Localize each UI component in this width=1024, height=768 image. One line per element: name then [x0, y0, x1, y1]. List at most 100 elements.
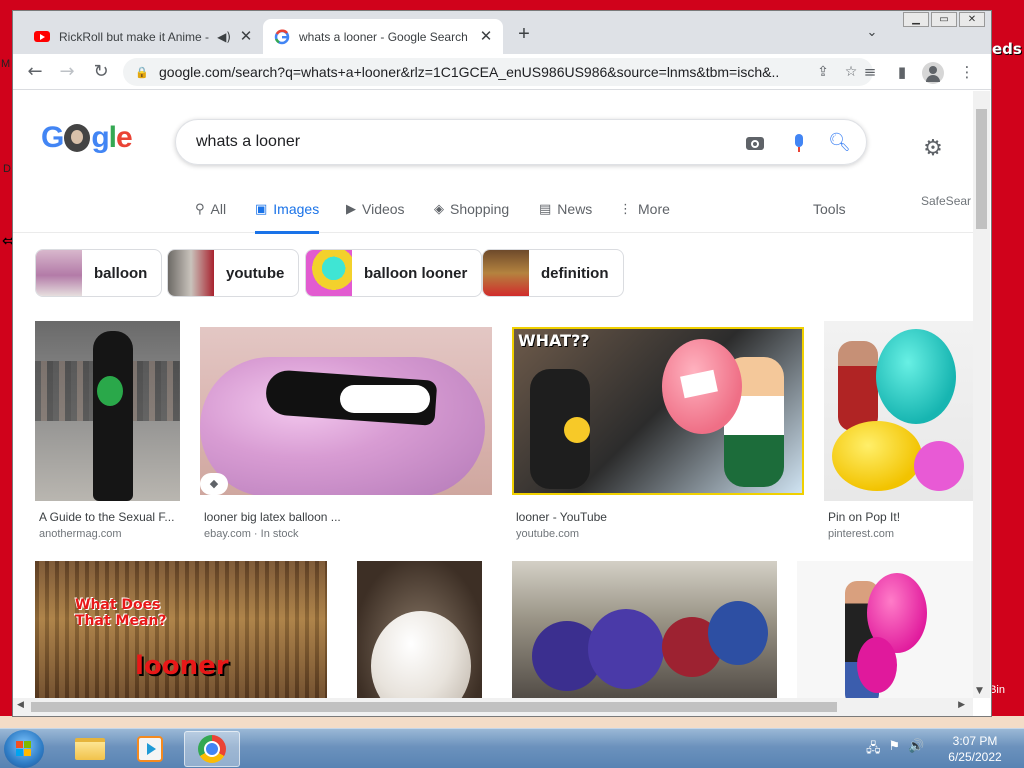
vertical-scroll-thumb[interactable]: [976, 109, 987, 229]
horizontal-scroll-thumb[interactable]: [31, 702, 837, 712]
tab-google-search[interactable]: whats a looner - Google Search ✕: [263, 19, 503, 54]
result-source[interactable]: ebay.com · In stock: [204, 528, 299, 540]
tag-icon: ◈: [434, 201, 444, 217]
result-caption[interactable]: looner - YouTube: [516, 510, 607, 524]
browser-window: RickRoll but make it Anime - ◀) ✕ whats …: [12, 10, 992, 717]
windows-logo-icon: [16, 741, 32, 757]
close-tab-icon[interactable]: ✕: [477, 28, 495, 46]
desktop-icon-label[interactable]: eds: [992, 40, 1024, 70]
tab-all[interactable]: ⚲ All: [195, 199, 226, 219]
result-thumbnail[interactable]: What Does That Mean? looner: [35, 561, 327, 698]
volume-icon[interactable]: 🔊: [908, 739, 924, 761]
address-bar[interactable]: 🔒 google.com/search?q=whats+a+looner&rlz…: [123, 58, 873, 86]
search-icon[interactable]: 🔍︎: [828, 132, 851, 154]
tab-videos[interactable]: ▶ Videos: [346, 199, 405, 219]
back-button[interactable]: ←: [23, 60, 47, 84]
tab-rickroll[interactable]: RickRoll but make it Anime - ◀) ✕: [23, 19, 263, 54]
tab-shopping[interactable]: ◈ Shopping: [434, 199, 509, 219]
result-thumbnail[interactable]: [797, 561, 973, 698]
forward-button[interactable]: →: [55, 60, 79, 84]
result-thumbnail[interactable]: [357, 561, 482, 698]
scroll-down-arrow-icon[interactable]: ▼: [976, 686, 983, 696]
taskbar-media-player[interactable]: [122, 731, 178, 767]
url-text[interactable]: google.com/search?q=whats+a+looner&rlz=1…: [159, 64, 779, 80]
tab-more[interactable]: ⋮ More: [619, 199, 670, 219]
tab-search-chevron-icon[interactable]: ⌄: [862, 25, 882, 45]
result-source[interactable]: anothermag.com: [39, 528, 122, 540]
clock-date: 6/25/2022: [948, 750, 1002, 764]
clock-time: 3:07 PM: [952, 734, 998, 748]
settings-gear-icon[interactable]: ⚙: [921, 137, 945, 161]
start-button[interactable]: [4, 730, 44, 768]
side-panel-icon[interactable]: ▮: [890, 60, 914, 84]
chip-definition[interactable]: definition: [482, 249, 624, 297]
taskbar-explorer[interactable]: [62, 731, 118, 767]
chip-balloon-looner[interactable]: balloon looner: [305, 249, 483, 297]
chip-youtube[interactable]: youtube: [167, 249, 300, 297]
tab-images[interactable]: ▣ Images: [255, 199, 320, 234]
result-thumbnail[interactable]: WHAT??: [512, 327, 804, 495]
tab-title: RickRoll but make it Anime -: [59, 29, 210, 44]
vertical-scrollbar[interactable]: ▼: [973, 91, 990, 698]
image-result[interactable]: [797, 561, 973, 698]
result-thumbnail[interactable]: [35, 321, 180, 501]
chip-balloon[interactable]: balloon: [35, 249, 163, 297]
speaker-icon[interactable]: ◀): [217, 30, 231, 44]
shopping-tag-icon[interactable]: ◆: [200, 473, 228, 495]
result-caption[interactable]: Pin on Pop It!: [828, 510, 900, 524]
close-tab-icon[interactable]: ✕: [237, 28, 255, 46]
taskbar-clock[interactable]: 3:07 PM 6/25/2022: [940, 733, 1010, 765]
image-result[interactable]: [357, 561, 482, 698]
action-center-flag-icon[interactable]: ⚑: [889, 739, 901, 761]
search-tabs: ⚲ All ▣ Images ▶ Videos ◈ Shopping ▤ News ⋮ Mo…: [13, 185, 973, 234]
image-result[interactable]: What Does That Mean? looner: [35, 561, 327, 698]
tab-title: whats a looner - Google Search: [299, 29, 468, 44]
result-caption[interactable]: looner big latex balloon ...: [204, 510, 341, 524]
image-result[interactable]: A Guide to the Sexual F... anothermag.co…: [35, 321, 180, 541]
desktop-icon-fragment-d[interactable]: D: [3, 163, 11, 175]
microphone-icon[interactable]: [788, 132, 810, 154]
new-tab-button[interactable]: +: [513, 23, 535, 45]
profile-avatar-icon[interactable]: [922, 62, 944, 84]
tools-button[interactable]: Tools: [813, 201, 846, 217]
search-box[interactable]: whats a looner 🔍︎: [175, 119, 867, 165]
tab-strip: RickRoll but make it Anime - ◀) ✕ whats …: [13, 11, 991, 54]
video-icon: ▶: [346, 201, 356, 217]
result-source[interactable]: youtube.com: [516, 528, 579, 540]
menu-kebab-icon[interactable]: ⋮: [955, 60, 979, 84]
scroll-left-arrow-icon[interactable]: ◀: [17, 700, 24, 710]
result-thumbnail[interactable]: [512, 561, 777, 698]
chrome-icon: [198, 735, 226, 763]
minimize-button[interactable]: ▁: [903, 12, 929, 27]
google-logo[interactable]: Ggle: [41, 121, 133, 155]
image-icon: ▣: [255, 201, 268, 217]
result-thumbnail[interactable]: ◆: [200, 327, 492, 495]
reload-button[interactable]: ↻: [89, 60, 113, 84]
close-window-button[interactable]: ✕: [959, 12, 985, 27]
search-results-page: Ggle whats a looner 🔍︎ ⚙ ⚲ All ▣ Images ▶ V…: [13, 91, 973, 698]
chip-thumbnail: [306, 250, 352, 296]
tab-news[interactable]: ▤ News: [539, 199, 592, 219]
safesearch-label[interactable]: SafeSear: [921, 194, 971, 208]
lock-icon[interactable]: 🔒: [135, 66, 149, 79]
desktop-icon-fragment-m[interactable]: M: [1, 58, 10, 70]
result-caption[interactable]: A Guide to the Sexual F...: [39, 510, 174, 524]
search-icon: ⚲: [195, 201, 205, 217]
chip-thumbnail: [36, 250, 82, 296]
taskbar-chrome[interactable]: [184, 731, 240, 767]
image-result[interactable]: Pin on Pop It! pinterest.com: [824, 321, 973, 541]
image-result[interactable]: WHAT?? looner - YouTube youtube.com: [512, 327, 804, 541]
share-icon[interactable]: ⇪: [813, 62, 833, 82]
scroll-right-arrow-icon[interactable]: ▶: [958, 700, 965, 710]
image-result[interactable]: ◆ looner big latex balloon ... ebay.com …: [200, 327, 492, 541]
chip-thumbnail: [483, 250, 529, 296]
desktop-strip: [0, 716, 1024, 728]
horizontal-scrollbar[interactable]: ◀ ▶: [13, 698, 973, 716]
result-thumbnail[interactable]: [824, 321, 973, 501]
camera-icon[interactable]: [744, 132, 766, 154]
maximize-button[interactable]: ▭: [931, 12, 957, 27]
image-result[interactable]: [512, 561, 777, 698]
media-control-icon[interactable]: ≡: [858, 60, 882, 84]
result-source[interactable]: pinterest.com: [828, 528, 894, 540]
network-icon[interactable]: 🖧: [866, 739, 881, 761]
